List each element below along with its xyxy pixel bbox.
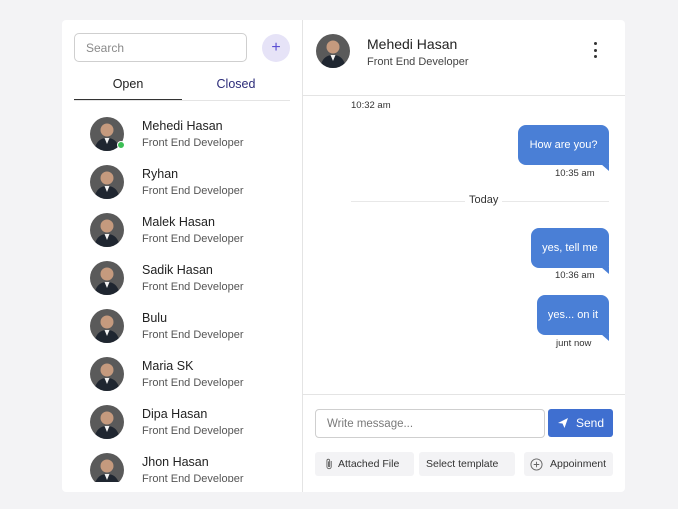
contact-item[interactable]: Bulu Front End Developer: [62, 302, 302, 350]
contact-item[interactable]: Sadik Hasan Front End Developer: [62, 254, 302, 302]
avatar: [316, 34, 350, 68]
message-composer: Send Attached File Select template Appoi…: [303, 394, 625, 492]
contact-name: Maria SK: [142, 358, 194, 373]
contact-name: Sadik Hasan: [142, 262, 213, 277]
avatar: [90, 165, 124, 199]
message-thread: 10:32 am How are you? 10:35 am Today yes…: [303, 97, 625, 393]
send-button[interactable]: Send: [548, 409, 613, 437]
avatar: [90, 405, 124, 439]
contact-name: Ryhan: [142, 166, 179, 181]
tab-open[interactable]: Open: [74, 72, 182, 100]
online-indicator: [117, 141, 125, 149]
contact-name: Jhon Hasan: [142, 454, 209, 469]
contact-role: Front End Developer: [142, 136, 244, 149]
message-timestamp: junt now: [556, 338, 592, 349]
contact-role: Front End Developer: [142, 472, 244, 483]
contact-role: Front End Developer: [142, 328, 244, 341]
conversation-tabs: Open Closed: [74, 72, 290, 101]
avatar: [90, 309, 124, 343]
contact-item[interactable]: Jhon Hasan Front End Developer: [62, 446, 302, 483]
appointment-button[interactable]: Appoinment: [524, 452, 613, 476]
contact-name: Malek Hasan: [142, 214, 215, 229]
sent-message: yes, tell me: [531, 228, 609, 274]
message-timestamp: 10:32 am: [351, 100, 391, 111]
sent-message: yes... on it: [537, 295, 609, 341]
attach-file-button[interactable]: Attached File: [315, 452, 414, 476]
day-divider-label: Today: [465, 194, 503, 206]
search-input[interactable]: [74, 33, 247, 62]
chat-header: Mehedi Hasan Front End Developer: [303, 20, 625, 96]
chat-contact-name: Mehedi Hasan: [367, 36, 458, 52]
contact-item[interactable]: Mehedi Hasan Front End Developer: [62, 110, 302, 158]
avatar: [90, 117, 125, 151]
contact-role: Front End Developer: [142, 232, 244, 245]
paperclip-icon: [326, 458, 332, 470]
send-label: Send: [575, 416, 605, 430]
plus-icon: +: [271, 39, 281, 56]
contact-role: Front End Developer: [142, 376, 244, 389]
chat-panel: Mehedi Hasan Front End Developer 10:32 a…: [303, 20, 625, 492]
conversation-sidebar: + Open Closed Mehedi Hasan Front End Dev…: [62, 20, 303, 492]
appointment-label: Appoinment: [550, 458, 607, 470]
chat-app: + Open Closed Mehedi Hasan Front End Dev…: [62, 20, 625, 492]
avatar: [90, 213, 124, 247]
avatar: [90, 357, 124, 391]
message-input[interactable]: [315, 409, 545, 438]
contact-item[interactable]: Maria SK Front End Developer: [62, 350, 302, 398]
contact-item[interactable]: Ryhan Front End Developer: [62, 158, 302, 206]
chat-contact-role: Front End Developer: [367, 56, 469, 68]
contact-list: Mehedi Hasan Front End Developer Ryhan F…: [62, 110, 302, 483]
avatar: [90, 453, 124, 482]
avatar: [90, 261, 124, 295]
tab-closed[interactable]: Closed: [182, 72, 290, 100]
send-icon: [557, 418, 568, 428]
select-template-button[interactable]: Select template: [419, 452, 515, 476]
contact-role: Front End Developer: [142, 280, 244, 293]
contact-name: Mehedi Hasan: [142, 118, 223, 133]
add-circle-icon: [530, 457, 543, 471]
add-conversation-button[interactable]: +: [262, 34, 290, 62]
message-timestamp: 10:35 am: [555, 168, 595, 179]
select-template-label: Select template: [426, 458, 499, 470]
contact-item[interactable]: Malek Hasan Front End Developer: [62, 206, 302, 254]
contact-name: Bulu: [142, 310, 168, 325]
contact-role: Front End Developer: [142, 424, 244, 437]
contact-name: Dipa Hasan: [142, 406, 208, 421]
message-timestamp: 10:36 am: [555, 270, 595, 281]
contact-role: Front End Developer: [142, 184, 244, 197]
attach-file-label: Attached File: [338, 458, 400, 470]
contact-item[interactable]: Dipa Hasan Front End Developer: [62, 398, 302, 446]
sent-message: How are you?: [518, 125, 609, 171]
kebab-menu-icon[interactable]: [592, 42, 598, 58]
